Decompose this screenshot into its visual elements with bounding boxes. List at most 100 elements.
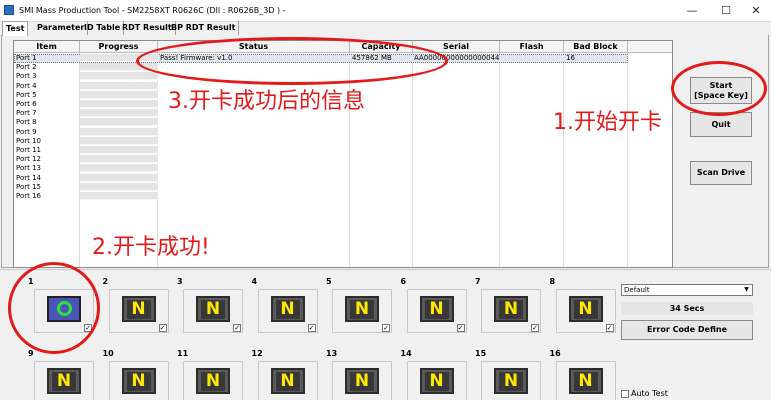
port-slot-frame: N xyxy=(481,361,541,400)
table-row-port-label[interactable]: Port 13 xyxy=(16,164,41,173)
port-slot-number: 16 xyxy=(549,349,561,358)
no-device-letter: N xyxy=(201,300,225,319)
table-row-port-label[interactable]: Port 10 xyxy=(16,137,41,146)
no-device-icon: N xyxy=(270,296,305,322)
table-row-port-label[interactable]: Port 9 xyxy=(16,128,37,137)
auto-test-label: Auto Test xyxy=(631,389,668,398)
port-slot-number: 10 xyxy=(102,349,114,358)
tab-id-table[interactable]: ID Table xyxy=(81,21,125,35)
annotation-step2: 2.开卡成功! xyxy=(92,235,210,260)
table-row-port-label[interactable]: Port 3 xyxy=(16,72,37,81)
port-slot-number: 6 xyxy=(400,277,407,286)
column-divider xyxy=(627,53,628,267)
progress-bar xyxy=(80,118,158,127)
checkbox-icon[interactable] xyxy=(621,389,629,398)
port-slot-frame: N xyxy=(332,361,392,400)
annotation-status-ellipse xyxy=(136,37,448,85)
annotation-slot1-ellipse xyxy=(8,262,100,354)
port-enable-checkbox[interactable]: ✓ xyxy=(307,324,316,332)
no-device-icon: N xyxy=(568,296,603,322)
column-divider xyxy=(563,53,564,267)
port-slot-number: 14 xyxy=(400,349,412,358)
no-device-letter: N xyxy=(275,372,300,391)
no-device-icon: N xyxy=(568,368,603,394)
no-device-letter: N xyxy=(499,372,523,391)
progress-bar xyxy=(80,72,158,81)
progress-bar xyxy=(80,146,158,154)
progress-bar xyxy=(80,136,158,145)
progress-bar xyxy=(80,100,158,108)
port-slot-number: 8 xyxy=(549,277,556,286)
table-row-port-label[interactable]: Port 1 xyxy=(16,54,37,63)
port-slot-number: 5 xyxy=(326,277,332,286)
port-enable-checkbox[interactable]: ✓ xyxy=(456,324,465,332)
window-title: SMI Mass Production Tool - SM2258XT R062… xyxy=(19,6,286,15)
no-device-letter: N xyxy=(350,300,374,319)
no-device-icon: N xyxy=(345,296,379,322)
col-header-item[interactable]: Item xyxy=(14,41,80,53)
no-device-icon: N xyxy=(494,368,528,394)
maximize-button[interactable]: ☐ xyxy=(709,0,743,22)
row1-bad-block: 16 xyxy=(566,54,575,62)
port-enable-checkbox[interactable]: ✓ xyxy=(382,324,390,332)
error-code-define-button[interactable]: Error Code Define xyxy=(621,320,753,340)
port-slot-frame: N ✓ xyxy=(332,289,392,333)
no-device-letter: N xyxy=(126,300,151,319)
port-enable-checkbox[interactable]: ✓ xyxy=(531,324,539,332)
table-row-port-label[interactable]: Port 7 xyxy=(16,109,37,118)
chevron-down-icon[interactable]: ▼ xyxy=(742,286,751,294)
col-header-filler xyxy=(628,41,672,53)
col-header-flash[interactable]: Flash xyxy=(500,41,564,53)
no-device-letter: N xyxy=(52,372,76,391)
progress-bar xyxy=(80,173,158,182)
no-device-icon: N xyxy=(270,368,305,394)
progress-bar xyxy=(80,127,158,136)
table-row-port-label[interactable]: Port 8 xyxy=(16,118,37,127)
mode-select[interactable]: Default ▼ xyxy=(621,284,753,296)
table-row-port-label[interactable]: Port 12 xyxy=(16,155,41,164)
no-device-letter: N xyxy=(573,372,598,391)
port-enable-checkbox[interactable]: ✓ xyxy=(605,324,614,332)
port-slot-number: 15 xyxy=(475,349,487,358)
close-button[interactable]: ✕ xyxy=(739,0,771,22)
port-slot-number: 3 xyxy=(177,277,183,286)
port-slot-frame: N ✓ xyxy=(406,289,467,333)
row1-flash xyxy=(502,54,562,63)
progress-bar xyxy=(80,90,158,99)
tab-bar: Test Parameter ID Table RDT Result BP RD… xyxy=(0,21,771,36)
table-row-port-label[interactable]: Port 14 xyxy=(16,174,41,183)
port-slot-frame: N xyxy=(257,361,318,400)
port-slot-number: 11 xyxy=(177,349,189,358)
no-device-icon: N xyxy=(345,368,379,394)
column-divider xyxy=(499,53,500,267)
table-row-port-label[interactable]: Port 4 xyxy=(16,82,37,91)
port-slot-frame: N xyxy=(183,361,243,400)
table-row-port-label[interactable]: Port 6 xyxy=(16,100,37,109)
progress-bar xyxy=(80,182,158,191)
no-device-letter: N xyxy=(424,300,449,319)
table-row-port-label[interactable]: Port 5 xyxy=(16,91,37,100)
table-row-port-label[interactable]: Port 11 xyxy=(16,146,41,155)
no-device-icon: N xyxy=(47,368,81,394)
title-bar: SMI Mass Production Tool - SM2258XT R062… xyxy=(0,0,771,22)
port-slot-frame: N xyxy=(406,361,467,400)
port-slot-frame: N xyxy=(34,361,94,400)
annotation-step3: 3.开卡成功后的信息 xyxy=(168,89,365,114)
port-enable-checkbox[interactable]: ✓ xyxy=(233,324,241,332)
mode-select-value: Default xyxy=(624,286,650,294)
port-slot-number: 9 xyxy=(28,349,34,358)
port-slot-frame: N ✓ xyxy=(257,289,318,333)
table-row-port-label[interactable]: Port 16 xyxy=(16,192,41,201)
no-device-icon: N xyxy=(196,296,230,322)
scan-drive-button[interactable]: Scan Drive xyxy=(690,161,752,185)
auto-test-checkbox[interactable]: Auto Test xyxy=(621,389,668,398)
table-row-port-label[interactable]: Port 2 xyxy=(16,63,37,72)
port-slot-frame: N xyxy=(555,361,616,400)
col-header-bad-block[interactable]: Bad Block xyxy=(564,41,628,53)
tab-bp-rdt-result[interactable]: BP RDT Result xyxy=(168,21,240,35)
minimize-button[interactable]: — xyxy=(675,0,709,22)
tab-test[interactable]: Test xyxy=(2,21,29,36)
port-enable-checkbox[interactable]: ✓ xyxy=(158,324,167,332)
no-device-icon: N xyxy=(419,368,454,394)
table-row-port-label[interactable]: Port 15 xyxy=(16,183,41,192)
